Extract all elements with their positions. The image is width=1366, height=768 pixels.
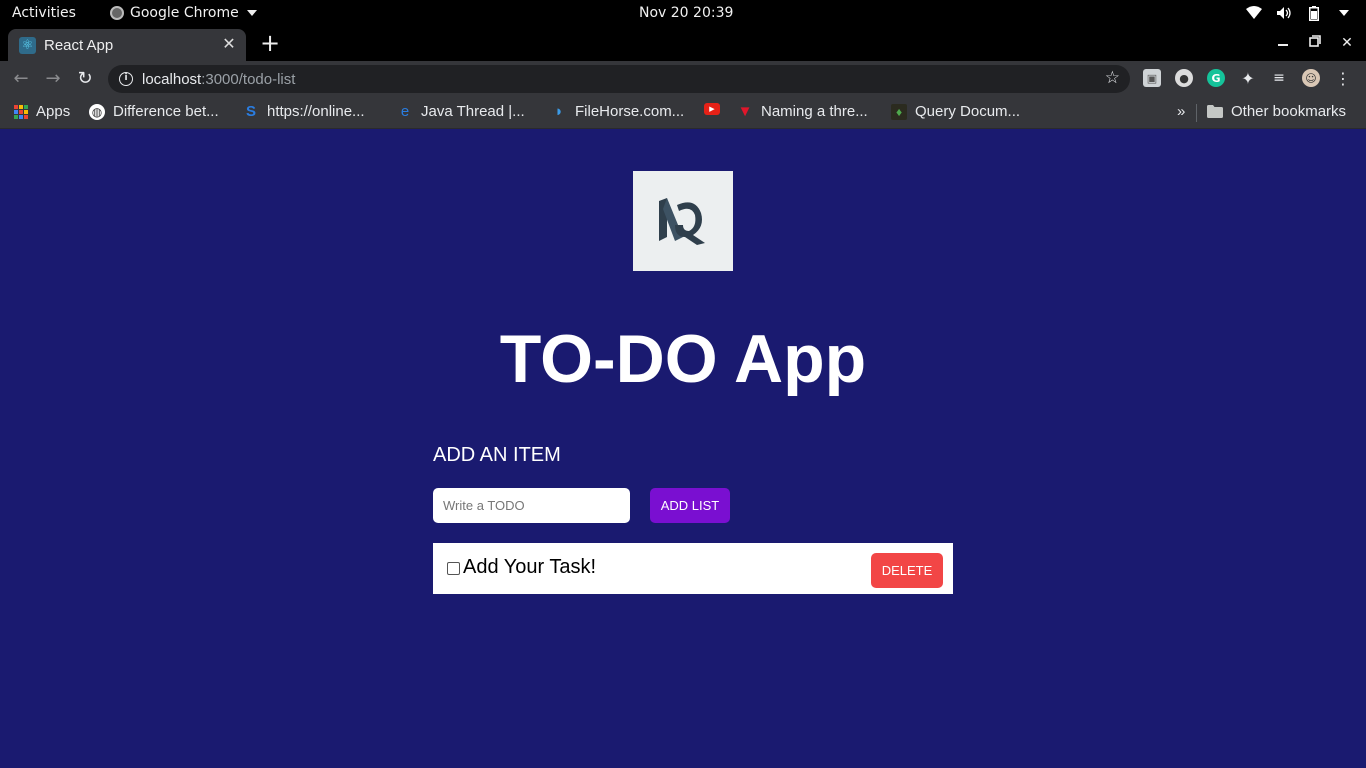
bookmark-online[interactable]: S https://online... [243, 103, 365, 120]
tab-strip: ⚛ React App ✕ [0, 27, 1366, 61]
grammarly-icon[interactable]: G [1207, 69, 1225, 87]
wifi-icon [1246, 5, 1262, 21]
todo-input[interactable] [433, 488, 630, 523]
battery-icon [1306, 5, 1322, 21]
apps-grid-icon [14, 104, 28, 119]
task-checkbox[interactable] [447, 562, 460, 575]
other-bookmarks-label: Other bookmarks [1231, 103, 1347, 120]
v-icon: ▼ [737, 103, 753, 120]
bookmark-label: Apps [36, 103, 71, 120]
clock[interactable]: Nov 20 20:39 [639, 5, 733, 21]
bookmark-filehorse[interactable]: ◗ FileHorse.com... [551, 103, 684, 120]
minimize-icon[interactable] [1273, 33, 1293, 53]
close-window-icon[interactable]: ✕ [1337, 33, 1357, 53]
restore-icon[interactable] [1305, 33, 1325, 53]
bookmark-label: https://online... [267, 103, 365, 120]
back-arrow-icon[interactable]: ← [10, 68, 32, 90]
react-favicon-icon: ⚛ [19, 37, 36, 54]
list-item: Add Your Task! DELETE [433, 543, 953, 594]
power-menu-caret-icon [1336, 5, 1352, 21]
bookmarks-bar: Apps ◍ Difference bet... S https://onlin… [0, 96, 1366, 129]
more-bookmarks-button[interactable]: » [1177, 103, 1185, 120]
s-icon: S [245, 103, 256, 120]
bookmark-label: FileHorse.com... [575, 103, 685, 120]
tab-close-icon[interactable]: ✕ [220, 35, 238, 53]
add-item-label: ADD AN ITEM [433, 444, 561, 466]
bookmark-star-icon[interactable]: ☆ [1105, 68, 1120, 88]
e-icon: e [400, 103, 410, 120]
tab-react-app[interactable]: ⚛ React App ✕ [8, 29, 246, 61]
chrome-icon [110, 6, 124, 20]
caret-down-icon [246, 10, 257, 16]
site-info-icon[interactable]: i [119, 72, 133, 86]
bookmarks-divider [1196, 104, 1197, 122]
app-logo [633, 171, 733, 271]
new-tab-button[interactable]: + [259, 31, 281, 55]
bookmark-youtube[interactable]: ▶ [704, 103, 720, 115]
forward-arrow-icon[interactable]: → [42, 68, 64, 90]
system-tray[interactable] [1246, 5, 1352, 21]
app-page: TO-DO App ADD AN ITEM ADD LIST Add Your … [0, 130, 1366, 768]
volume-icon [1276, 5, 1292, 21]
url-path: :3000/todo-list [201, 71, 296, 88]
app-menu[interactable]: Google Chrome [110, 5, 257, 21]
globe-icon: ◍ [89, 103, 105, 120]
profile-avatar[interactable]: ☺ [1302, 69, 1320, 87]
bookmark-label: Query Docum... [915, 103, 1021, 120]
task-text: Add Your Task! [463, 556, 597, 578]
extensions-puzzle-icon[interactable]: ✦ [1239, 69, 1257, 88]
bookmark-label: Java Thread |... [421, 103, 525, 120]
url-text: localhost:3000/todo-list [142, 71, 295, 88]
other-bookmarks[interactable]: Other bookmarks [1207, 103, 1346, 120]
browser-toolbar: ← → ↻ i localhost:3000/todo-list ☆ ▣ ● G… [0, 61, 1366, 96]
nq-logo-icon [659, 198, 705, 245]
mongodb-leaf-icon: ♦ [891, 103, 907, 120]
activities-button[interactable]: Activities [12, 5, 76, 21]
tab-title: React App [44, 37, 114, 54]
bookmark-apps[interactable]: Apps [14, 103, 70, 120]
url-host: localhost [142, 71, 202, 88]
bookmark-label: Difference bet... [113, 103, 219, 120]
youtube-icon: ▶ [704, 103, 720, 115]
app-menu-label: Google Chrome [130, 5, 239, 21]
media-control-icon[interactable]: ≡ [1270, 69, 1288, 87]
filehorse-icon: ◗ [554, 103, 564, 120]
reload-icon[interactable]: ↻ [74, 68, 96, 90]
bookmark-naming-thread[interactable]: ▼ Naming a thre... [737, 103, 868, 120]
extension-cube-icon[interactable]: ▣ [1143, 69, 1161, 87]
address-bar[interactable]: i localhost:3000/todo-list ☆ [108, 65, 1130, 93]
page-title: TO-DO App [499, 321, 867, 397]
extension-circle-icon[interactable]: ● [1175, 69, 1193, 87]
add-list-button[interactable]: ADD LIST [650, 488, 730, 523]
bookmark-label: Naming a thre... [761, 103, 868, 120]
folder-icon [1207, 104, 1223, 120]
chrome-menu-icon[interactable]: ⋮ [1334, 69, 1352, 88]
delete-button[interactable]: DELETE [871, 553, 943, 588]
bookmark-difference[interactable]: ◍ Difference bet... [89, 103, 219, 120]
bookmark-java-thread[interactable]: e Java Thread |... [397, 103, 525, 120]
system-top-bar: Activities Google Chrome Nov 20 20:39 [0, 0, 1366, 27]
bookmark-query-docum[interactable]: ♦ Query Docum... [891, 103, 1020, 120]
